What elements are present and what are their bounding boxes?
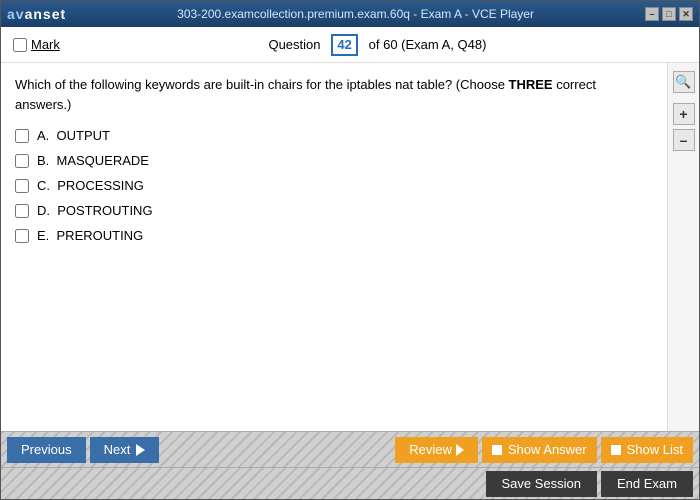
show-answer-label: Show Answer	[508, 442, 587, 457]
show-answer-icon	[492, 445, 502, 455]
right-sidebar: 🔍 + –	[667, 63, 699, 431]
show-list-label: Show List	[627, 442, 683, 457]
bottom-nav: Previous Next Review Show Answer Show Li…	[1, 431, 699, 467]
answer-option-d: D. POSTROUTING	[15, 203, 653, 218]
question-text: Which of the following keywords are buil…	[15, 75, 653, 114]
option-d-label: D. POSTROUTING	[37, 203, 153, 218]
checkbox-b[interactable]	[15, 154, 29, 168]
minimize-button[interactable]: –	[645, 7, 659, 21]
logo-text: avanset	[7, 6, 66, 22]
question-number-badge: 42	[331, 34, 357, 56]
question-text-prefix: Which of the following keywords are buil…	[15, 77, 509, 92]
zoom-in-button[interactable]: +	[673, 103, 695, 125]
logo: avanset	[7, 6, 66, 22]
show-list-icon	[611, 445, 621, 455]
question-label: Question	[268, 37, 320, 52]
review-button[interactable]: Review	[395, 437, 478, 463]
window-controls: – □ ✕	[645, 7, 693, 21]
answer-option-b: B. MASQUERADE	[15, 153, 653, 168]
window-title: 303-200.examcollection.premium.exam.60q …	[177, 7, 534, 21]
bottom-action-bar: Save Session End Exam	[1, 467, 699, 499]
review-arrow-icon	[456, 444, 464, 456]
option-e-label: E. PREROUTING	[37, 228, 143, 243]
question-panel: Which of the following keywords are buil…	[1, 63, 667, 431]
content-area: Which of the following keywords are buil…	[1, 63, 699, 431]
search-icon-button[interactable]: 🔍	[673, 71, 695, 93]
option-c-label: C. PROCESSING	[37, 178, 144, 193]
end-exam-button[interactable]: End Exam	[601, 471, 693, 497]
show-answer-button[interactable]: Show Answer	[482, 437, 597, 463]
next-label: Next	[104, 442, 131, 457]
review-label: Review	[409, 442, 452, 457]
answer-option-e: E. PREROUTING	[15, 228, 653, 243]
option-b-label: B. MASQUERADE	[37, 153, 149, 168]
checkbox-e[interactable]	[15, 229, 29, 243]
previous-button[interactable]: Previous	[7, 437, 86, 463]
checkbox-d[interactable]	[15, 204, 29, 218]
checkbox-c[interactable]	[15, 179, 29, 193]
question-total: of 60 (Exam A, Q48)	[369, 37, 487, 52]
mark-checkbox[interactable]	[13, 38, 27, 52]
option-a-label: A. OUTPUT	[37, 128, 110, 143]
next-arrow-icon	[136, 444, 145, 456]
maximize-button[interactable]: □	[662, 7, 676, 21]
title-bar: avanset 303-200.examcollection.premium.e…	[1, 1, 699, 27]
show-list-button[interactable]: Show List	[601, 437, 693, 463]
save-session-button[interactable]: Save Session	[486, 471, 598, 497]
logo-part2: anset	[25, 6, 67, 22]
answer-option-a: A. OUTPUT	[15, 128, 653, 143]
zoom-out-button[interactable]: –	[673, 129, 695, 151]
question-text-bold: THREE	[509, 77, 553, 92]
logo-part1: av	[7, 6, 25, 22]
next-button[interactable]: Next	[90, 437, 160, 463]
mark-label[interactable]: Mark	[31, 37, 60, 52]
close-button[interactable]: ✕	[679, 7, 693, 21]
main-window: avanset 303-200.examcollection.premium.e…	[0, 0, 700, 500]
question-header: Mark Question 42 of 60 (Exam A, Q48)	[1, 27, 699, 63]
mark-section: Mark	[13, 37, 60, 52]
question-info: Question 42 of 60 (Exam A, Q48)	[68, 34, 687, 56]
checkbox-a[interactable]	[15, 129, 29, 143]
answer-option-c: C. PROCESSING	[15, 178, 653, 193]
